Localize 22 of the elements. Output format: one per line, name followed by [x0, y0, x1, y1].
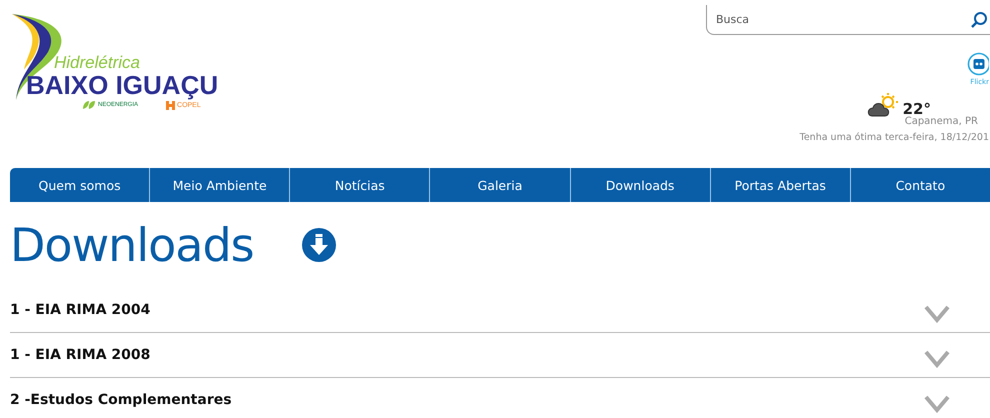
leaf-icon [82, 100, 96, 110]
accordion-item[interactable]: 1 - EIA RIMA 2004 [10, 288, 990, 333]
accordion-item[interactable]: 2 -Estudos Complementares [10, 378, 990, 418]
logo-name: BAIXO IGUAÇU [26, 72, 218, 98]
nav-link[interactable]: Quem somos [10, 168, 150, 202]
cloud-sun-icon [866, 92, 900, 118]
search-icon[interactable] [970, 11, 988, 29]
accordion-item[interactable]: 1 - EIA RIMA 2008 [10, 333, 990, 378]
search-field[interactable]: Busca [706, 5, 990, 35]
date-greeting: Tenha uma ótima terca-feira, 18/12/201 [800, 132, 989, 143]
nav-link[interactable]: Contato [850, 168, 990, 202]
nav-link[interactable]: Meio Ambiente [149, 168, 290, 202]
nav-link[interactable]: Notícias [289, 168, 430, 202]
temperature: 22° [902, 100, 931, 118]
city-label: Capanema, PR [904, 116, 978, 127]
flickr-icon[interactable] [967, 52, 989, 76]
nav-link[interactable]: Galeria [429, 168, 570, 202]
nav-link[interactable]: Portas Abertas [710, 168, 850, 202]
nav-link[interactable]: Downloads [570, 168, 710, 202]
download-icon [302, 228, 336, 262]
page-title: Downloads [10, 218, 254, 272]
logo-subtitle: Hidrelétrica [54, 54, 141, 72]
